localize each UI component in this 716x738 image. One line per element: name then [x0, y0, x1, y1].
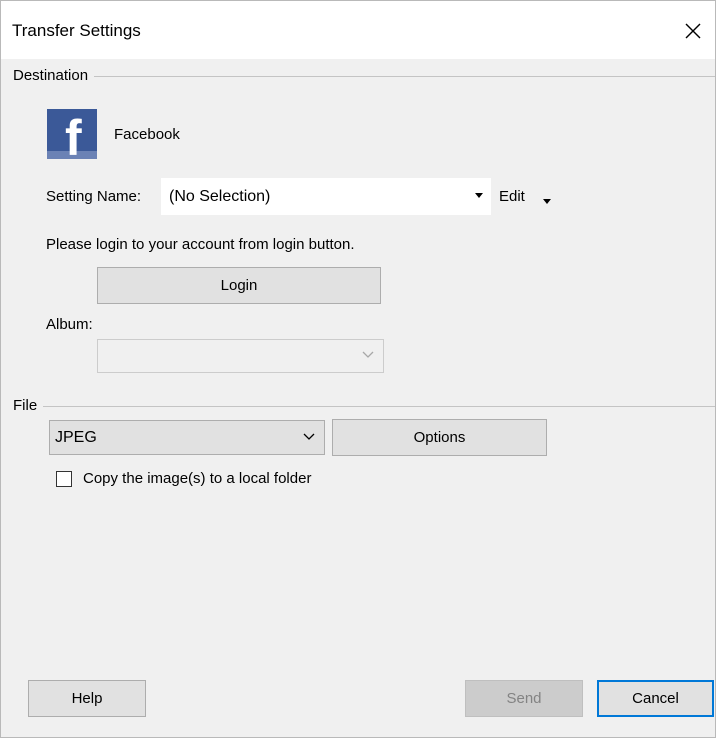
facebook-logo-icon: f: [47, 109, 97, 159]
options-button[interactable]: Options: [332, 419, 547, 456]
chevron-down-icon: [303, 433, 315, 440]
setting-name-label: Setting Name:: [46, 188, 142, 205]
file-group-line: [15, 406, 715, 407]
dropdown-arrow-icon: [475, 193, 483, 198]
chevron-down-icon: [362, 351, 374, 358]
cancel-button[interactable]: Cancel: [597, 680, 714, 717]
file-format-value: JPEG: [55, 429, 97, 446]
login-button[interactable]: Login: [97, 267, 381, 304]
copy-local-label[interactable]: Copy the image(s) to a local folder: [83, 470, 311, 487]
close-button[interactable]: [673, 13, 713, 49]
close-icon: [685, 23, 701, 39]
copy-local-checkbox[interactable]: [56, 471, 72, 487]
transfer-settings-dialog: Transfer Settings Destination f Facebook…: [0, 0, 716, 738]
album-label: Album:: [46, 316, 93, 333]
setting-name-combo[interactable]: (No Selection): [161, 178, 491, 215]
dialog-title: Transfer Settings: [12, 21, 141, 40]
file-group-label: File: [13, 397, 44, 414]
edit-menu[interactable]: Edit: [499, 188, 525, 205]
login-prompt: Please login to your account from login …: [46, 236, 355, 253]
file-format-select[interactable]: JPEG: [49, 420, 325, 455]
edit-dropdown-arrow-icon[interactable]: [543, 199, 551, 204]
help-button[interactable]: Help: [28, 680, 146, 717]
album-select[interactable]: [97, 339, 384, 373]
setting-name-value: (No Selection): [169, 188, 271, 205]
send-button[interactable]: Send: [465, 680, 583, 717]
service-name: Facebook: [114, 126, 180, 143]
title-bar: Transfer Settings: [1, 1, 715, 59]
destination-group-label: Destination: [13, 67, 95, 84]
destination-group-line: [15, 76, 715, 77]
